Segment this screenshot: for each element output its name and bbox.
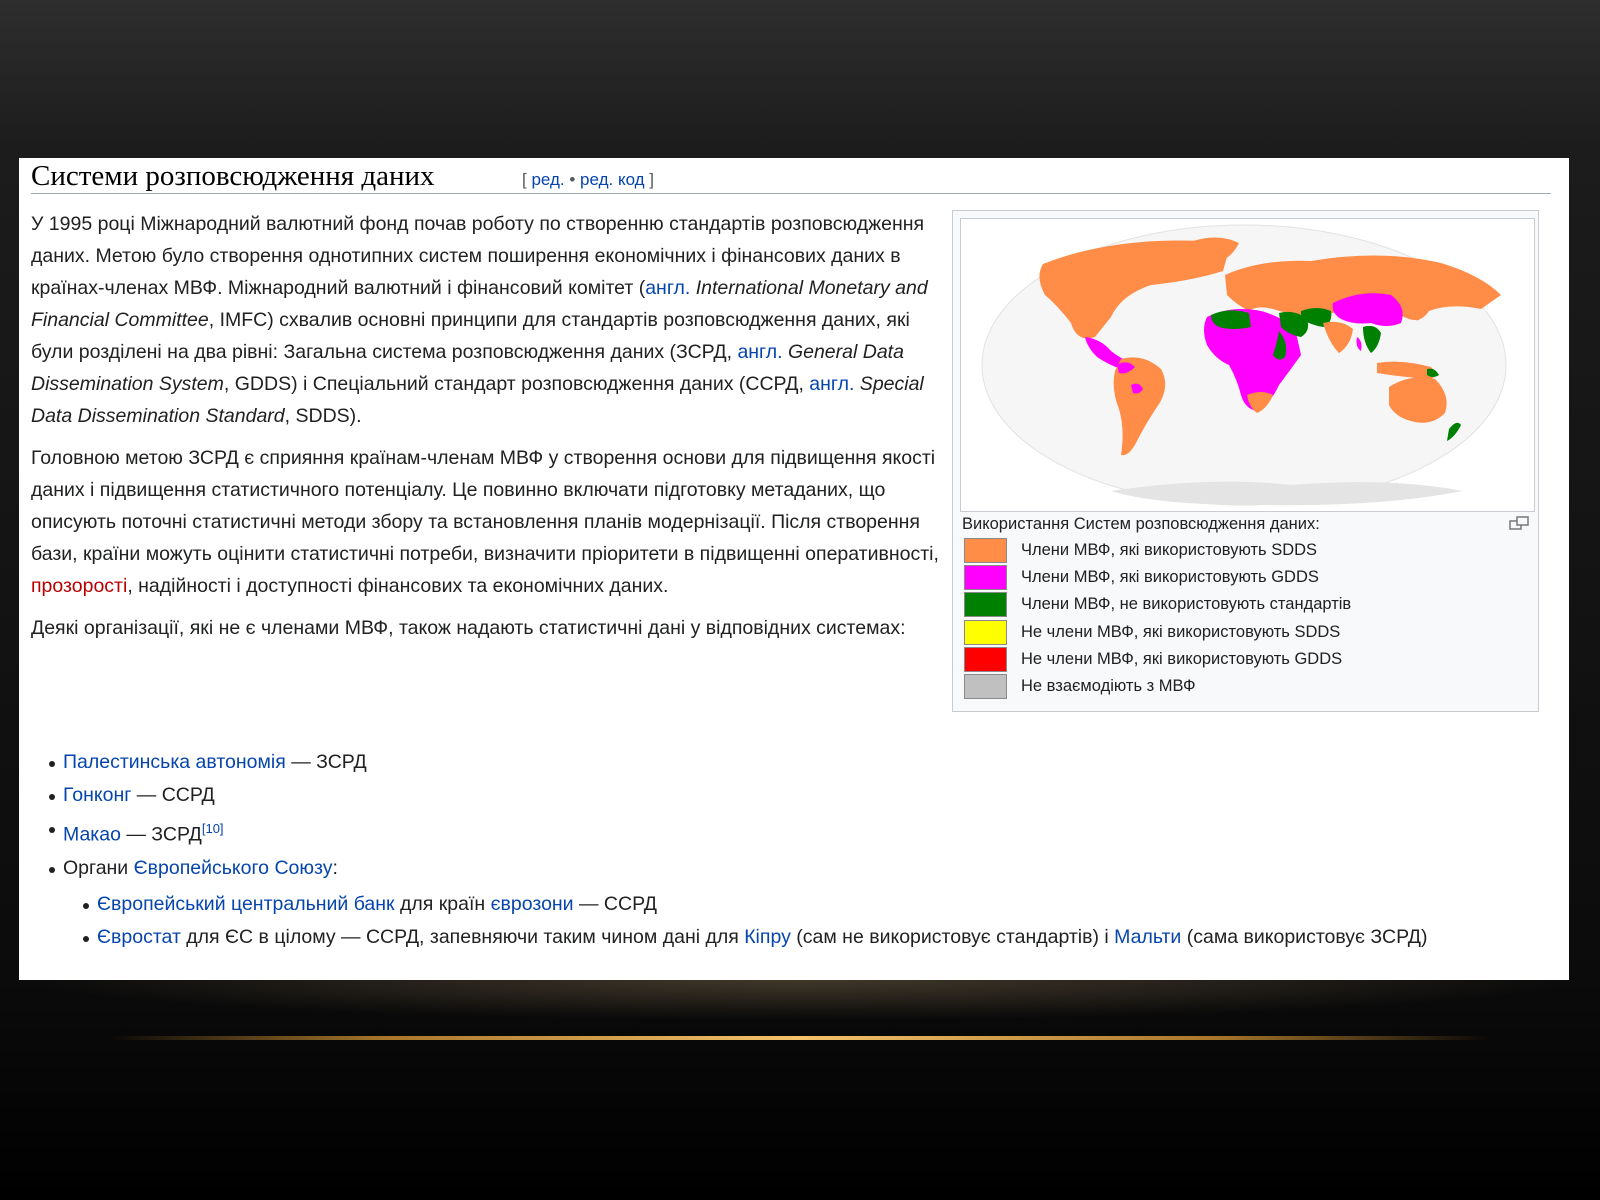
list-item: Гонконг — ССРД (49, 779, 1569, 812)
red-link-transparency[interactable]: прозорості (31, 575, 127, 597)
legend-color-swatch (964, 646, 1007, 672)
bullet-icon (49, 794, 55, 800)
article-body: У 1995 році Міжнародний валютний фонд по… (31, 208, 941, 654)
paragraph-3: Деякі організації, які не є членами МВФ,… (31, 617, 906, 639)
decorative-gold-line (110, 1036, 1490, 1040)
figure-caption: Використання Систем розповсюдження даних… (962, 515, 1320, 533)
legend-color-swatch (964, 674, 1007, 699)
link-cyprus[interactable]: Кіпру (744, 926, 791, 948)
legend-label: Члени МВФ, які використовують GDDS (1021, 568, 1319, 587)
organizations-list: Палестинська автономія — ЗСРД Гонконг — … (49, 746, 1569, 954)
link-malta[interactable]: Мальти (1114, 926, 1181, 948)
link-palestinian-authority[interactable]: Палестинська автономія (63, 751, 286, 773)
bullet-icon (49, 827, 55, 833)
figure-thumbnail: Використання Систем розповсюдження даних… (952, 210, 1539, 712)
legend-label: Члени МВФ, не використовують стандартів (1021, 595, 1352, 614)
slide-glow (0, 980, 1600, 1060)
legend-label: Не взаємодіють з МВФ (1021, 677, 1196, 695)
legend-label: Не члени МВФ, які використовують GDDS (1021, 649, 1343, 668)
bullet-icon (83, 902, 89, 909)
edit-source-link[interactable]: ред. код (580, 170, 645, 189)
bullet-icon (49, 866, 55, 873)
world-map-svg (981, 224, 1507, 506)
lang-link-english[interactable]: англ. (645, 277, 690, 299)
legend-color-swatch (964, 538, 1007, 563)
bullet-icon (49, 761, 55, 767)
link-hong-kong[interactable]: Гонконг (63, 784, 131, 806)
lang-link-english[interactable]: англ. (809, 373, 854, 395)
link-eurozone[interactable]: єврозони (491, 893, 574, 915)
paragraph-1: У 1995 році Міжнародний валютний фонд по… (31, 213, 928, 427)
link-eurostat[interactable]: Євростат (97, 926, 181, 948)
link-ecb[interactable]: Європейський центральний банк (97, 893, 395, 915)
list-item: Палестинська автономія — ЗСРД (49, 746, 1569, 779)
lang-link-english[interactable]: англ. (737, 341, 782, 363)
list-item: Європейський центральний банк для країн … (83, 888, 1569, 921)
legend-label: Члени МВФ, які використовують SDDS (1021, 541, 1318, 559)
legend-color-swatch (964, 619, 1007, 645)
reference-link[interactable]: [10] (202, 821, 224, 836)
edit-section-links: [ ред. • ред. код ] (522, 170, 655, 189)
section-heading: Системи розповсюдження даних [ ред. • ре… (31, 158, 1551, 194)
list-item: Євростат для ЄС в цілому — ССРД, запевня… (83, 921, 1569, 954)
section-title: Системи розповсюдження даних (31, 160, 435, 192)
bullet-icon (83, 935, 89, 942)
link-macao[interactable]: Макао (63, 824, 121, 846)
legend-color-swatch (964, 565, 1007, 591)
wiki-screenshot-panel: Системи розповсюдження даних [ ред. • ре… (19, 158, 1569, 980)
legend-color-swatch (964, 592, 1007, 618)
sub-list: Європейський центральний банк для країн … (83, 888, 1569, 954)
legend-label: Не члени МВФ, які використовують SDDS (1021, 622, 1341, 641)
link-european-union[interactable]: Європейського Союзу (134, 857, 333, 879)
list-item: Макао — ЗСРД[10] (49, 812, 1569, 852)
enlarge-icon[interactable] (1509, 516, 1531, 532)
list-item: Органи Європейського Союзу: (49, 852, 1569, 885)
paragraph-2: Головною метою ЗСРД є сприяння країнам-ч… (31, 447, 939, 597)
edit-link[interactable]: ред. (531, 170, 564, 189)
world-map-image[interactable] (960, 218, 1535, 512)
